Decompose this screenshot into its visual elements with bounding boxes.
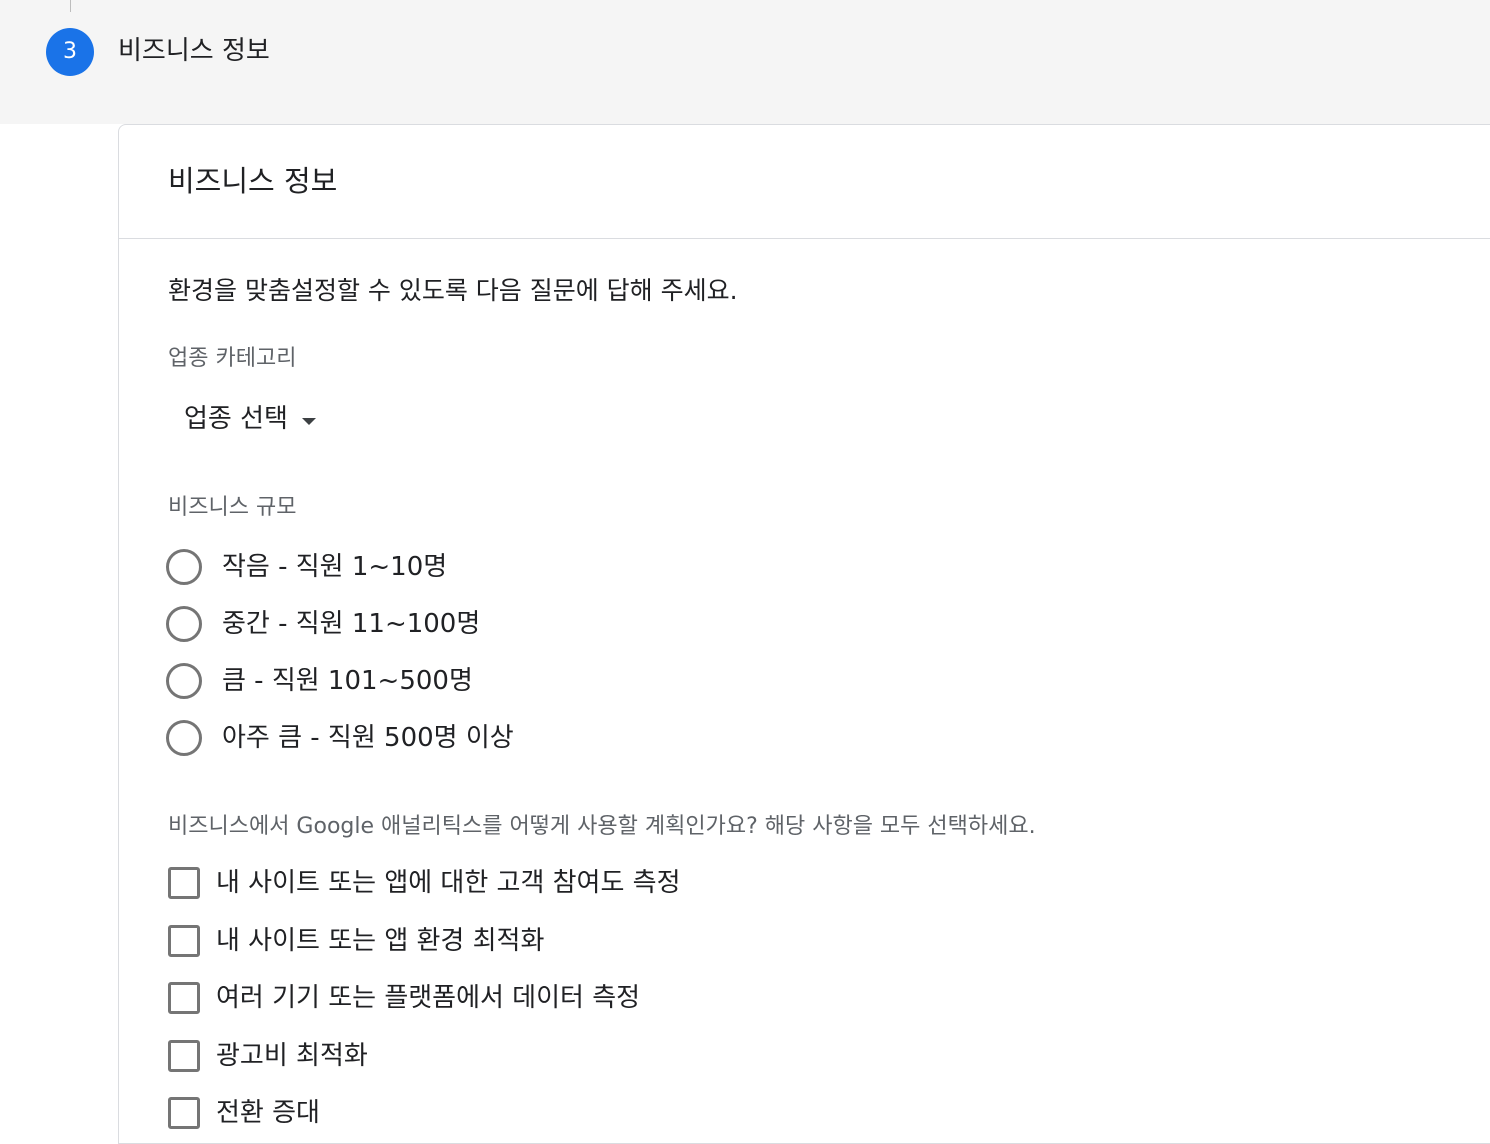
industry-category-label: 업종 카테고리: [168, 346, 297, 371]
industry-dropdown-value: 업종 선택: [184, 404, 288, 434]
checkbox-option-cross-device[interactable]: 여러 기기 또는 플랫폼에서 데이터 측정: [168, 978, 640, 1018]
radio-label: 작음 - 직원 1~10명: [222, 552, 448, 582]
radio-button[interactable]: [166, 606, 202, 642]
checkbox[interactable]: [168, 925, 200, 957]
industry-category-dropdown[interactable]: 업종 선택: [168, 396, 332, 442]
usage-question-label: 비즈니스에서 Google 애널리틱스를 어떻게 사용할 계획인가요? 해당 사…: [168, 814, 1036, 839]
card-divider: [119, 238, 1490, 239]
checkbox[interactable]: [168, 867, 200, 899]
stepper-connector-line: [70, 0, 71, 12]
radio-label: 중간 - 직원 11~100명: [222, 609, 481, 639]
radio-option-medium[interactable]: 중간 - 직원 11~100명: [166, 602, 480, 646]
radio-label: 큼 - 직원 101~500명: [222, 666, 473, 696]
checkbox[interactable]: [168, 1097, 200, 1129]
radio-label: 아주 큼 - 직원 500명 이상: [222, 723, 514, 753]
checkbox-label: 전환 증대: [216, 1098, 320, 1128]
checkbox[interactable]: [168, 982, 200, 1014]
checkbox[interactable]: [168, 1040, 200, 1072]
checkbox-label: 여러 기기 또는 플랫폼에서 데이터 측정: [216, 983, 641, 1013]
business-size-label: 비즈니스 규모: [168, 495, 297, 520]
checkbox-label: 내 사이트 또는 앱에 대한 고객 참여도 측정: [216, 868, 681, 898]
radio-option-very-large[interactable]: 아주 큼 - 직원 500명 이상: [166, 716, 514, 760]
radio-option-small[interactable]: 작음 - 직원 1~10명: [166, 545, 447, 589]
radio-button[interactable]: [166, 720, 202, 756]
intro-text: 환경을 맞춤설정할 수 있도록 다음 질문에 답해 주세요.: [168, 276, 738, 305]
dropdown-arrow-icon: [301, 417, 316, 425]
step-number-badge: 3: [46, 28, 94, 76]
checkbox-option-ad-spend[interactable]: 광고비 최적화: [168, 1036, 368, 1076]
checkbox-label: 내 사이트 또는 앱 환경 최적화: [216, 926, 545, 956]
checkbox-label: 광고비 최적화: [216, 1041, 368, 1071]
step-title: 비즈니스 정보: [118, 36, 270, 66]
checkbox-option-engagement[interactable]: 내 사이트 또는 앱에 대한 고객 참여도 측정: [168, 863, 681, 903]
radio-button[interactable]: [166, 549, 202, 585]
checkbox-option-experience[interactable]: 내 사이트 또는 앱 환경 최적화: [168, 921, 544, 961]
card-title: 비즈니스 정보: [168, 164, 338, 198]
radio-option-large[interactable]: 큼 - 직원 101~500명: [166, 659, 473, 703]
checkbox-option-conversions[interactable]: 전환 증대: [168, 1093, 320, 1133]
radio-button[interactable]: [166, 663, 202, 699]
